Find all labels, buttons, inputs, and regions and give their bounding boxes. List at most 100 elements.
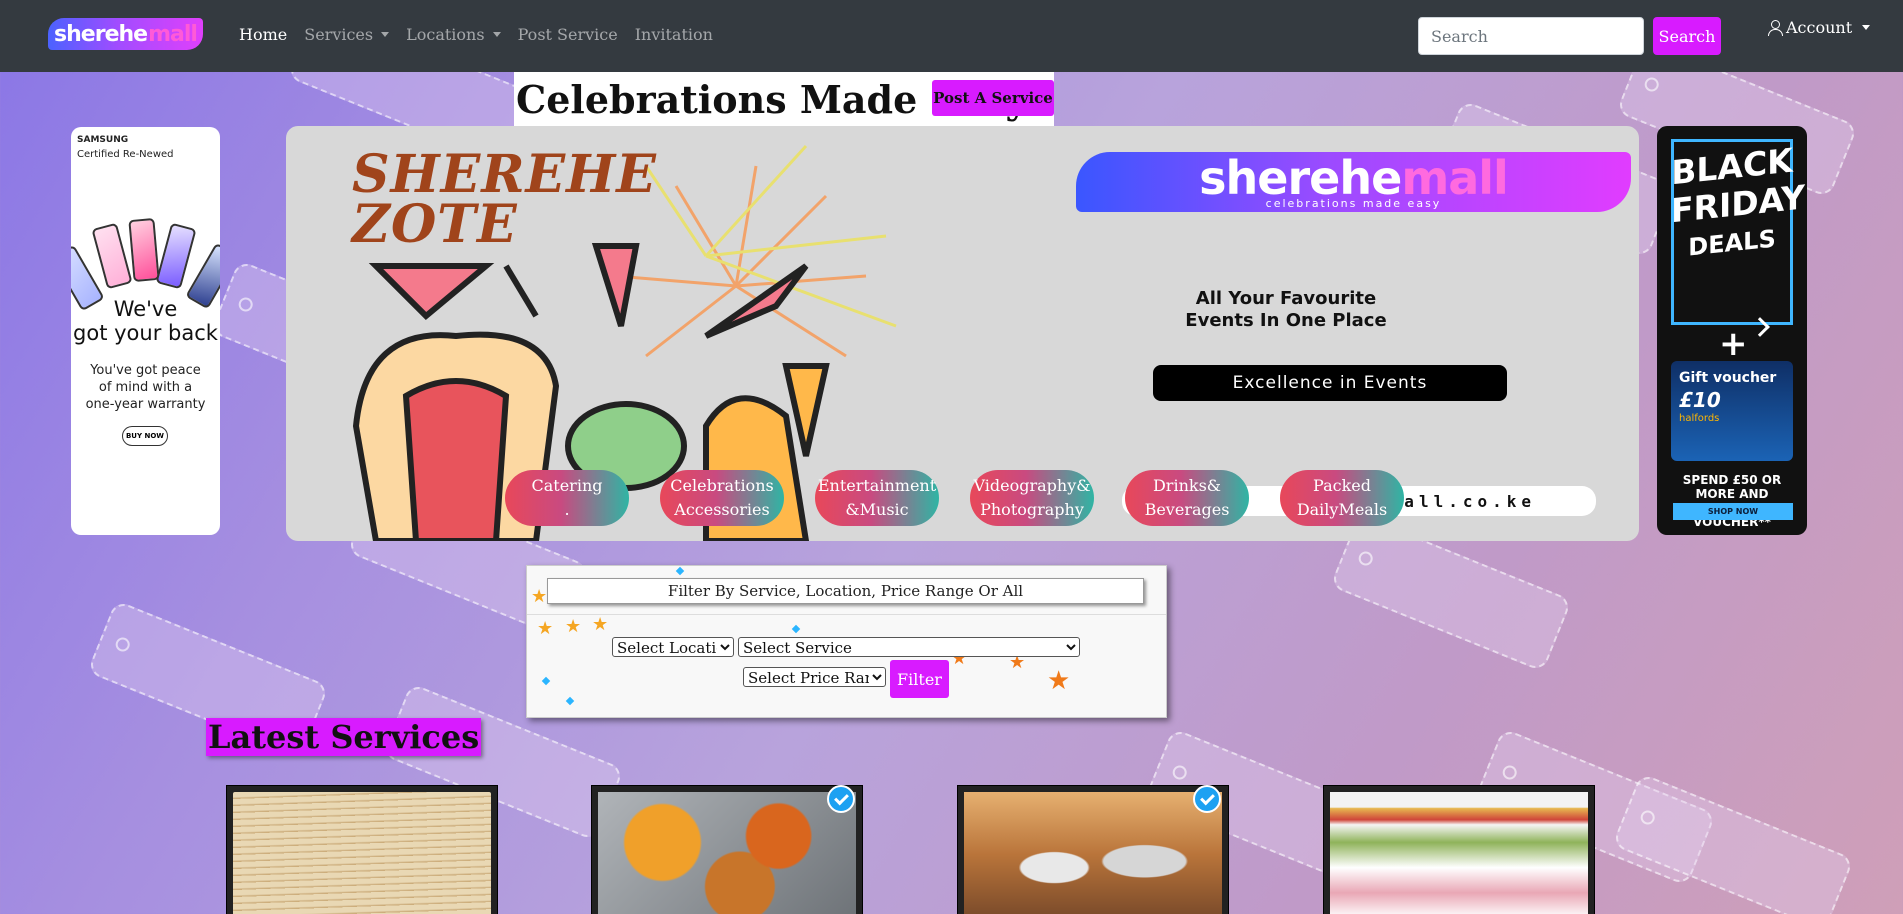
ad-brand-sub: Certified Re-Newed [77,149,174,160]
service-image-buffet [598,792,856,914]
chevron-down-icon [1862,25,1871,30]
sherehe-zote-title: SHEREHE ZOTE [352,144,657,251]
nav-post-service-label: Post Service [517,25,618,44]
ad-sub-line: You've got peace [90,363,201,378]
star-decoration-icon: ★ [565,616,582,637]
ad-plus: + [1719,324,1748,364]
gift-voucher-title: Gift voucher [1679,370,1777,386]
gift-voucher-value: £10 [1679,388,1721,412]
site-logo[interactable]: sherehe mall [48,18,203,50]
account-dropdown[interactable]: Account [1768,18,1871,37]
ad-sub-line: one-year warranty [85,397,206,412]
category-label: Packed [1313,476,1371,495]
category-celebrations-accessories[interactable]: Celebrations Accessories [660,470,784,526]
category-label: Videography& [973,476,1091,495]
search-input[interactable] [1418,17,1644,55]
nav-post-service[interactable]: Post Service [518,25,618,44]
category-label: Entertainment [817,476,937,495]
category-label: Catering [531,476,603,495]
chevron-down-icon [492,32,501,37]
right-ad-banner[interactable]: BLACK FRIDAY DEALS + Gift voucher £10 ha… [1657,126,1807,535]
service-image-tent [1330,792,1588,914]
category-label: Beverages [1144,500,1230,519]
ad-subtext: You've got peace of mind with a one-year… [71,362,220,413]
verified-badge-icon [1193,785,1221,813]
ad-shop-now-button[interactable]: SHOP NOW [1673,503,1793,520]
confetti-decoration [791,624,801,634]
filter-button[interactable]: Filter [890,660,949,698]
star-decoration-icon: ★ [537,618,554,639]
star-decoration-icon: ★ [1047,666,1071,696]
phone-image [91,222,133,290]
category-entertainment-music[interactable]: Entertainment &Music [815,470,939,526]
excellence-badge: Excellence in Events [1153,365,1507,401]
service-card[interactable] [226,785,498,914]
watermark-tag [1611,772,1855,914]
banner-tagline: All Your Favourite Events In One Place [1136,288,1436,332]
phone-image [128,217,160,283]
category-videography-photography[interactable]: Videography& Photography [970,470,1094,526]
ad-black-friday-title: BLACK FRIDAY DEALS [1671,141,1805,269]
ad-headline-line: got your back [73,321,218,345]
hero-carousel: SHEREHE ZOTE sherehemall celebrations ma… [286,126,1639,541]
nav-invitation-label: Invitation [634,25,713,44]
verified-badge-icon [827,785,855,813]
banner-logo-tagline: celebrations made easy [1265,196,1442,210]
ad-offer-text: SPEND £50 OR MORE AND GET A £10 VOUCHER*… [1663,473,1801,529]
nav-services-label: Services [304,25,374,44]
user-icon [1768,19,1783,36]
service-card[interactable] [1323,785,1595,914]
category-label: Celebrations [670,476,774,495]
nav-links: Home Services Locations Post Service Inv… [239,25,713,44]
ad-offer-line: SPEND £50 OR MORE AND [1682,473,1782,501]
category-catering[interactable]: Catering. [505,470,629,526]
nav-locations-dropdown[interactable]: Locations [406,25,501,44]
category-label: Drinks& [1152,476,1222,495]
category-label: Photography [980,500,1084,519]
post-a-service-button[interactable]: Post A Service [932,80,1054,116]
nav-home[interactable]: Home [239,25,287,44]
service-image-chapati [233,792,491,914]
tagline-line: All Your Favourite [1195,288,1377,309]
star-decoration-icon: ★ [592,614,609,635]
confetti-decoration [541,676,551,686]
filter-heading: Filter By Service, Location, Price Range… [547,578,1144,604]
account-label: Account [1786,18,1853,37]
ad-headline-line: We've [113,297,178,321]
category-label: DailyMeals [1296,500,1388,519]
ad-sub-line: of mind with a [98,380,193,395]
category-packed-daily-meals[interactable]: Packed DailyMeals [1280,470,1404,526]
filter-divider [527,614,1166,615]
zote-line: SHEREHE [352,144,657,205]
category-buttons: Catering. Celebrations Accessories Entert… [505,470,1404,526]
chevron-down-icon [381,32,390,37]
nav-home-label: Home [239,25,288,44]
filter-panel: ★ ★ ★ ★ ★ ★ ★ Filter By Service, Locatio… [526,565,1167,718]
logo-main-text: sherehe [54,21,148,47]
ad-buy-now-button[interactable]: BUY NOW [122,426,168,446]
service-image-catering [964,792,1222,914]
location-select[interactable]: Select Location [612,637,734,657]
category-drinks-beverages[interactable]: Drinks& Beverages [1125,470,1249,526]
category-label: Accessories [674,500,770,519]
service-card[interactable] [957,785,1229,914]
nav-services-dropdown[interactable]: Services [304,25,390,44]
confetti-decoration [675,566,685,576]
banner-logo-text: sherehemall [1199,155,1509,201]
logo-accent-text: mall [148,21,198,47]
gift-voucher-brand: halfords [1679,413,1720,424]
tagline-line: Events In One Place [1185,310,1387,331]
star-decoration-icon: ★ [531,586,548,607]
nav-locations-label: Locations [406,25,485,44]
nav-invitation[interactable]: Invitation [635,25,713,44]
service-card[interactable] [591,785,863,914]
latest-services-heading: Latest Services [206,718,482,756]
search-button[interactable]: Search [1653,17,1721,55]
category-label: &Music [845,500,909,519]
ad-headline: We've got your back [71,297,220,345]
phone-image [155,222,197,290]
left-ad-banner[interactable]: SAMSUNG Certified Re-Newed We've got you… [71,127,220,535]
price-range-select[interactable]: Select Price Range [743,667,886,687]
confetti-decoration [565,696,575,706]
service-select[interactable]: Select Service [738,637,1080,657]
